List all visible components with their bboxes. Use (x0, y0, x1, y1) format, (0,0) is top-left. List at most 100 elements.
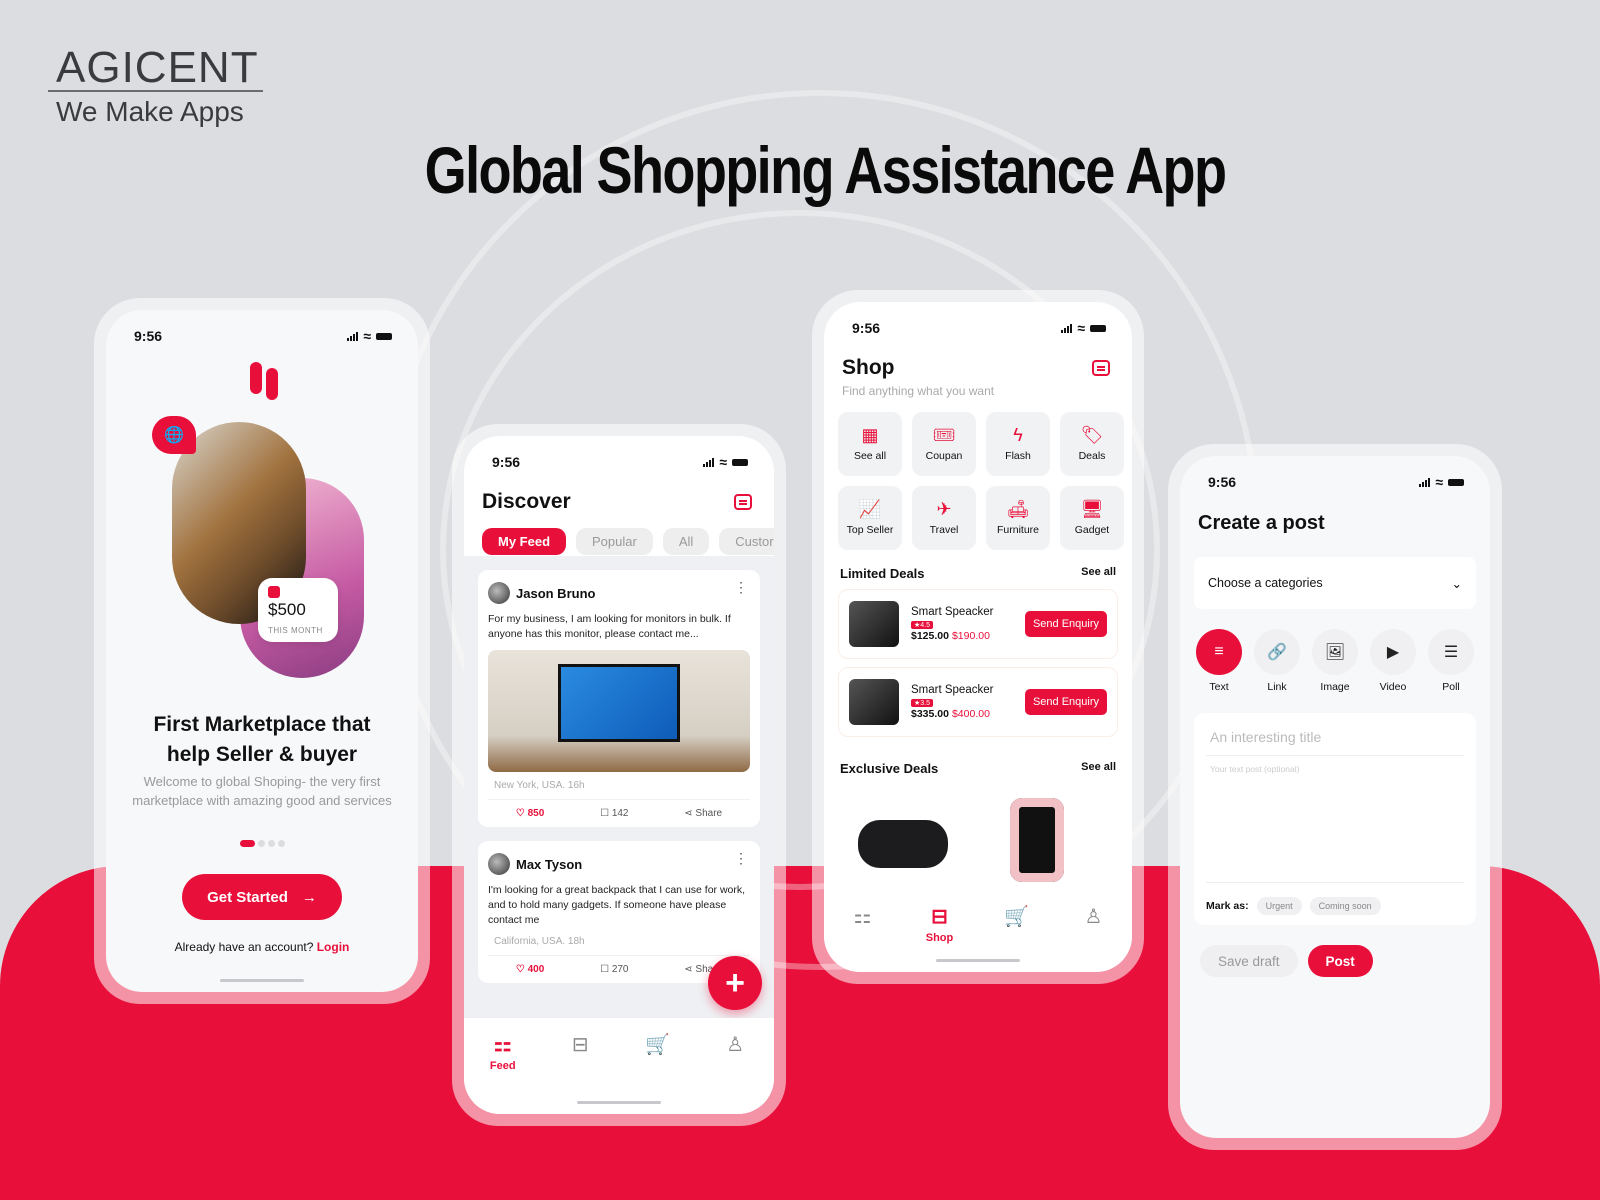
chat-icon[interactable] (734, 494, 752, 510)
tab-my-feed[interactable]: My Feed (482, 528, 567, 555)
type-video[interactable]: ▶ Video (1370, 629, 1416, 693)
earnings-period: THIS MONTH (268, 626, 323, 635)
chip-urgent[interactable]: Urgent (1256, 897, 1302, 915)
see-all-link[interactable]: See all (1081, 566, 1116, 581)
like-count: 850 (527, 808, 545, 819)
type-poll[interactable]: ☰ Poll (1428, 629, 1474, 693)
login-prompt-text: Already have an account? (174, 940, 314, 954)
old-price: $190.00 (951, 630, 990, 642)
comment-count: 142 (611, 808, 629, 819)
signal-icon (703, 457, 715, 467)
deal-item[interactable]: Smart Speacker ★3.5 $335.00 $400.00 Send En… (838, 667, 1118, 737)
nav-profile[interactable]: ♙ (715, 1034, 755, 1114)
get-started-button[interactable]: Get Started → (182, 874, 342, 920)
get-started-label: Get Started (207, 888, 288, 906)
share-label: Share (695, 808, 723, 819)
company-name: AGICENT (48, 46, 263, 92)
tab-all[interactable]: All (662, 528, 710, 555)
coupon-icon: 🎟 (932, 425, 956, 445)
save-draft-button[interactable]: Save draft (1200, 945, 1298, 977)
chat-icon[interactable] (1092, 360, 1110, 376)
arrow-right-icon: → (301, 888, 317, 906)
send-enquiry-button[interactable]: Send Enquiry (1024, 611, 1107, 637)
product-card-projector[interactable] (838, 784, 972, 904)
hero-illustration: 🌐 $500 THIS MONTH (152, 416, 364, 678)
profile-icon: ♙ (1084, 906, 1103, 928)
category-label: Deals (1078, 450, 1106, 462)
onboarding-description: Welcome to global Shoping- the very firs… (132, 774, 392, 808)
flash-icon: ϟ (1013, 425, 1023, 445)
page-title: Create a post (1198, 512, 1325, 534)
category-travel[interactable]: ✈ Travel (912, 486, 976, 550)
share-button[interactable]: ⋖ Share (684, 808, 722, 819)
chevron-down-icon: ⌄ (1451, 576, 1462, 591)
body-textarea[interactable]: Your text post (optional) (1206, 756, 1464, 782)
cart-icon: 🛒 (1004, 906, 1029, 928)
battery-icon (732, 458, 748, 466)
comment-button[interactable]: ☐ 142 (600, 808, 628, 819)
feed-post[interactable]: Jason Bruno ⋮ For my business, I am look… (478, 570, 760, 827)
product-card-smartwatch[interactable] (982, 784, 1116, 904)
nav-cart[interactable]: 🛒 (997, 906, 1037, 972)
category-select[interactable]: Choose a categories ⌄ (1194, 557, 1476, 609)
link-icon: 🔗 (1254, 629, 1300, 675)
category-see-all[interactable]: ▦ See all (838, 412, 902, 476)
title-input[interactable]: An interesting title (1206, 723, 1464, 756)
price: $125.00 (911, 630, 949, 642)
category-grid: ▦ See all 🎟 Coupan ϟ Flash 🏷 Deals 📈 Top Sell… (824, 398, 1132, 550)
like-button[interactable]: ♡ 400 (516, 964, 544, 975)
category-top-seller[interactable]: 📈 Top Seller (838, 486, 902, 550)
status-bar: 9:56 ≈ (106, 310, 418, 344)
category-label: Top Seller (846, 524, 894, 536)
like-button[interactable]: ♡ 850 (516, 808, 544, 819)
category-flash[interactable]: ϟ Flash (986, 412, 1050, 476)
see-all-link[interactable]: See all (1081, 761, 1116, 776)
nav-label: Shop (925, 932, 954, 944)
type-text[interactable]: ≡ Text (1196, 629, 1242, 693)
status-bar: 9:56 ≈ (464, 436, 774, 470)
home-indicator (220, 979, 304, 982)
feed-tabs: My Feed Popular All Custor (464, 514, 774, 555)
earnings-card: $500 THIS MONTH (258, 578, 338, 642)
post-button[interactable]: Post (1307, 945, 1373, 977)
category-coupon[interactable]: 🎟 Coupan (912, 412, 976, 476)
monitor-icon: 🖥 (1080, 499, 1104, 519)
login-link[interactable]: Login (317, 940, 350, 954)
type-link[interactable]: 🔗 Link (1254, 629, 1300, 693)
tab-popular[interactable]: Popular (576, 528, 653, 555)
nav-feed[interactable]: ⚏ (843, 906, 883, 972)
phone-shop: 9:56 ≈ Shop Find anything what you want ▦… (812, 290, 1144, 984)
deal-item[interactable]: Smart Speacker ★4.5 $125.00 $190.00 Send En… (838, 589, 1118, 659)
mark-as-label: Mark as: (1206, 900, 1249, 912)
more-icon[interactable]: ⋮ (734, 851, 748, 865)
tab-custom[interactable]: Custor (719, 528, 774, 555)
category-gadget[interactable]: 🖥 Gadget (1060, 486, 1124, 550)
send-enquiry-button[interactable]: Send Enquiry (1024, 689, 1107, 715)
add-post-button[interactable]: + (708, 956, 762, 1010)
page-indicator[interactable] (106, 840, 418, 847)
avatar (488, 582, 510, 604)
nav-profile[interactable]: ♙ (1074, 906, 1114, 972)
company-tagline: We Make Apps (56, 96, 244, 127)
comment-button[interactable]: ☐ 270 (600, 964, 628, 975)
chip-coming-soon[interactable]: Coming soon (1309, 897, 1381, 915)
tag-icon: 🏷 (1080, 425, 1104, 445)
type-image[interactable]: 🖼 Image (1312, 629, 1358, 693)
phone-onboarding: 9:56 ≈ 🌐 $500 THIS MONTH First Marketplace… (94, 298, 430, 1004)
wifi-icon: ≈ (719, 454, 727, 470)
nav-feed[interactable]: ⚏ Feed (483, 1034, 523, 1114)
like-count: 400 (527, 964, 545, 975)
category-deals[interactable]: 🏷 Deals (1060, 412, 1124, 476)
category-furniture[interactable]: 🛋 Furniture (986, 486, 1050, 550)
shop-icon: ⊟ (931, 906, 948, 928)
post-text: For my business, I am looking for monito… (488, 613, 731, 640)
company-logo: AGICENT We Make Apps (48, 46, 263, 128)
clock: 9:56 (492, 454, 521, 470)
shop-icon: ⊟ (571, 1034, 589, 1056)
more-icon[interactable]: ⋮ (734, 580, 748, 594)
product-name: Smart Speacker (911, 606, 994, 618)
post-image[interactable] (488, 650, 750, 772)
nav-shop[interactable]: ⊟ Shop (920, 906, 960, 972)
chart-icon (268, 586, 280, 598)
text-icon: ≡ (1196, 629, 1242, 675)
